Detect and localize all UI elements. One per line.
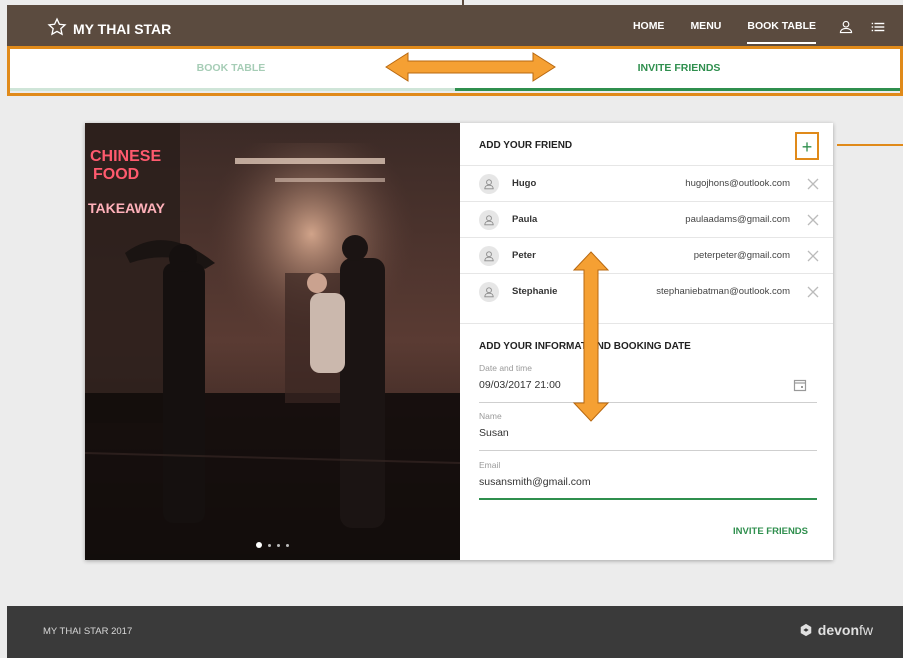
friend-row: Stephanie stephaniebatman@outlook.com [460,273,833,309]
remove-icon[interactable] [807,177,819,190]
footer: MY THAI STAR 2017 devonfw [7,606,903,658]
add-friend-heading: ADD YOUR FRIEND [479,140,573,151]
tab-invite-friends[interactable]: INVITE FRIENDS [455,48,903,91]
tab-book-table[interactable]: BOOK TABLE [7,48,455,91]
friend-row: Paula paulaadams@gmail.com [460,201,833,237]
svg-text:CHINESE: CHINESE [90,148,161,165]
name-label: Name [479,411,502,421]
invite-friends-button[interactable]: INVITE FRIENDS [733,526,808,537]
devonfw-logo-icon [800,623,812,637]
logo-text-bold: devon [817,622,859,638]
carousel-dot[interactable] [286,543,289,547]
friend-name: Paula [512,214,538,225]
nav-home[interactable]: HOME [633,5,665,48]
add-friend-button[interactable]: + [795,132,819,160]
remove-icon[interactable] [807,249,819,262]
friend-name: Peter [512,250,536,261]
email-label: Email [479,460,501,470]
logo-text-light: fw [859,622,873,638]
footer-copyright: MY THAI STAR 2017 [43,626,133,637]
remove-icon[interactable] [807,213,819,226]
invite-panel: ADD YOUR FRIEND + Hugo hugojhons@outlook… [460,123,833,560]
friend-row: Hugo hugojhons@outlook.com [460,165,833,201]
friend-email: hugojhons@outlook.com [685,178,790,189]
carousel-dot[interactable] [268,543,271,547]
list-icon[interactable] [869,18,887,36]
carousel-dots [85,542,460,548]
carousel-dot[interactable] [256,542,262,548]
friend-list: Hugo hugojhons@outlook.com Paula paulaad… [460,165,833,309]
friend-email: peterpeter@gmail.com [693,250,790,261]
restaurant-photo: CHINESE FOOD TAKEAWAY [85,123,460,560]
section-divider [460,323,833,324]
svg-text:FOOD: FOOD [93,166,139,183]
date-time-field[interactable]: Date and time 09/03/2017 21:00 [479,363,817,403]
friend-email: paulaadams@gmail.com [685,214,790,225]
info-heading: ADD YOUR INFORMAT AND BOOKING DATE [479,341,691,352]
friend-name: Hugo [512,178,537,189]
star-icon [47,17,67,40]
calendar-icon[interactable] [793,378,807,392]
svg-text:TAKEAWAY: TAKEAWAY [88,200,166,216]
date-time-label: Date and time [479,363,532,373]
person-icon [479,210,499,230]
name-input[interactable]: Susan [479,427,817,451]
brand[interactable]: MY THAI STAR [47,17,171,40]
brand-title: MY THAI STAR [73,20,172,37]
remove-icon[interactable] [807,285,819,298]
email-input[interactable]: susansmith@gmail.com [479,476,817,500]
date-time-input[interactable]: 09/03/2017 21:00 [479,379,817,403]
main-nav: HOME MENU BOOK TABLE [620,5,893,48]
person-icon [479,282,499,302]
carousel-dot[interactable] [277,543,280,547]
email-field[interactable]: Email susansmith@gmail.com [479,460,817,500]
top-toolbar: MY THAI STAR HOME MENU BOOK TABLE [7,5,903,48]
friend-name: Stephanie [512,286,558,297]
nav-book-table[interactable]: BOOK TABLE [747,5,816,48]
devonfw-logo: devonfw [799,622,873,638]
user-icon[interactable] [837,18,855,36]
friend-email: stephaniebatman@outlook.com [656,286,790,297]
booking-tabs: BOOK TABLE INVITE FRIENDS [7,48,903,91]
person-icon [479,174,499,194]
nav-menu[interactable]: MENU [690,5,721,48]
invite-card: CHINESE FOOD TAKEAWAY ADD YOUR FRIEND + [85,123,833,560]
person-icon [479,246,499,266]
friend-row: Peter peterpeter@gmail.com [460,237,833,273]
name-field[interactable]: Name Susan [479,411,817,451]
